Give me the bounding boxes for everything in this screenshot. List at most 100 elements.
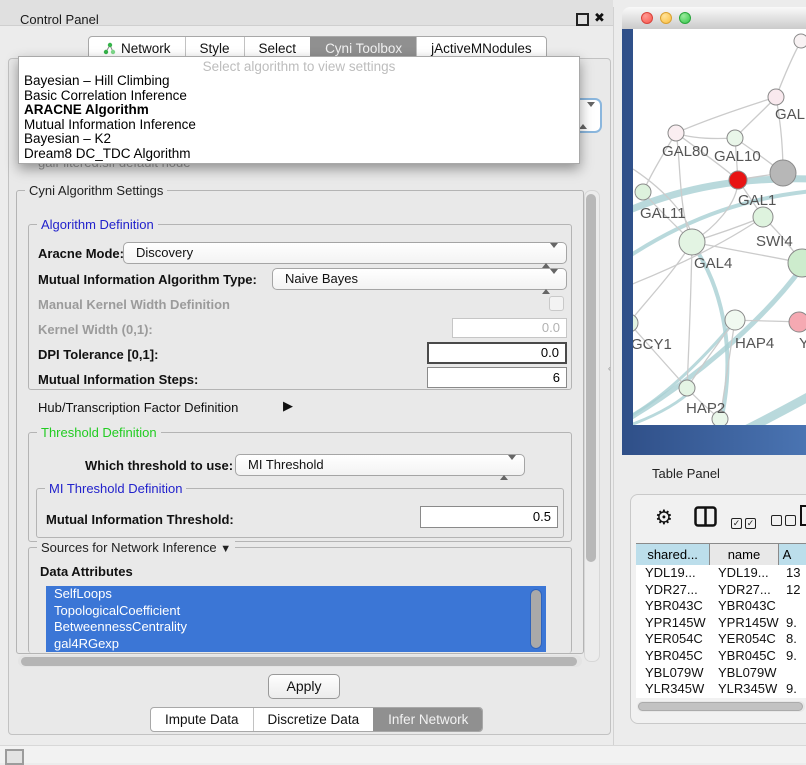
network-node[interactable] (729, 171, 747, 189)
column-header-cut[interactable]: A (779, 544, 806, 566)
group-title: Sources for Network Inference ▼ (37, 540, 235, 555)
mi-threshold-field[interactable]: 0.5 (420, 506, 558, 528)
tab-discretize-data[interactable]: Discretize Data (253, 708, 374, 731)
network-edge[interactable] (676, 97, 776, 133)
network-node[interactable] (679, 380, 695, 396)
network-window-titlebar[interactable] (622, 7, 806, 30)
docked-panel-icon[interactable] (5, 749, 24, 765)
scrollbar-thumb[interactable] (21, 657, 577, 666)
deselect-all-checkboxes-icon[interactable] (771, 513, 796, 531)
tab-impute-data[interactable]: Impute Data (151, 708, 253, 731)
network-node[interactable] (794, 34, 806, 48)
select-all-checkboxes-icon[interactable]: ✓✓ (731, 513, 756, 531)
manual-kernel-width-checkbox[interactable] (549, 296, 564, 311)
network-edge[interactable] (687, 242, 692, 388)
network-edge[interactable] (633, 242, 692, 323)
mi-algorithm-type-combobox[interactable]: Naive Bayes (272, 268, 567, 290)
table-row[interactable]: YBR043CYBR043C (636, 598, 806, 615)
attribute-list-item[interactable]: BetweennessCentrality (46, 619, 546, 636)
algorithm-option[interactable]: ARACNE Algorithm (19, 103, 579, 118)
stepper-arrows-icon (542, 246, 558, 266)
table-row[interactable]: YPR145WYPR145W9. (636, 615, 806, 632)
table-row[interactable]: YBR045CYBR045C9. (636, 648, 806, 665)
table-row[interactable]: YDR27...YDR27...12 (636, 582, 806, 599)
tab-label: Discretize Data (268, 708, 360, 731)
network-node[interactable] (788, 249, 806, 277)
which-threshold-combobox[interactable]: MI Threshold (235, 454, 525, 476)
attribute-list-item[interactable]: SelfLoops (46, 586, 546, 603)
network-node[interactable] (727, 130, 743, 146)
aracne-mode-label: Aracne Mode: (38, 246, 124, 261)
tab-infer-network[interactable]: Infer Network (373, 708, 482, 731)
algorithm-option[interactable]: Bayesian – K2 (19, 132, 579, 147)
network-node[interactable] (668, 125, 684, 141)
column-header-shared[interactable]: shared... (636, 544, 710, 566)
network-node[interactable] (753, 207, 773, 227)
new-table-icon[interactable] (799, 504, 806, 527)
table-cell: YBR043C (636, 598, 712, 615)
network-edge[interactable] (633, 323, 687, 388)
table-cell: YPR145W (712, 615, 782, 632)
table-cell: YBR045C (712, 648, 782, 665)
table-settings-gear-icon[interactable]: ⚙ (655, 505, 673, 529)
network-canvas[interactable]: GALGAL80GAL10GAL1GAL11SWI4GAL4GCY1HAP4YH… (633, 29, 806, 425)
scrollbar-thumb[interactable] (586, 194, 596, 562)
aracne-mode-combobox[interactable]: Discovery (123, 242, 567, 264)
algorithm-option[interactable]: Basic Correlation Inference (19, 89, 579, 104)
network-node[interactable] (633, 314, 638, 332)
network-node[interactable] (725, 310, 745, 330)
list-scrollbar-thumb[interactable] (531, 590, 541, 648)
algorithm-option[interactable]: Mutual Information Inference (19, 118, 579, 133)
settings-vertical-scrollbar[interactable] (584, 190, 600, 662)
kernel-width-field[interactable]: 0.0 (452, 318, 567, 338)
network-edge[interactable] (776, 41, 801, 97)
algorithm-option[interactable]: Dream8 DC_TDC Algorithm (19, 147, 579, 162)
table-cell: YBL079W (636, 665, 712, 682)
network-node[interactable] (679, 229, 705, 255)
network-node[interactable] (789, 312, 806, 332)
settings-horizontal-scrollbar[interactable] (18, 655, 582, 667)
data-attributes-list[interactable]: SelfLoopsTopologicalCoefficientBetweenne… (46, 586, 546, 652)
table-row[interactable]: YBL079WYBL079W (636, 665, 806, 682)
panel-splitter-grip[interactable]: ‹ (608, 366, 612, 371)
network-node[interactable] (770, 160, 796, 186)
table-row[interactable]: YLR345WYLR345W9. (636, 681, 806, 698)
network-icon (103, 42, 116, 55)
table-horizontal-scrollbar[interactable] (637, 701, 805, 712)
sources-title: Sources for Network Inference (41, 540, 217, 555)
expand-arrow-icon[interactable]: ▶ (283, 398, 293, 414)
network-node[interactable] (635, 184, 651, 200)
network-edge[interactable] (723, 391, 806, 425)
table-cell: YLR345W (636, 681, 712, 698)
table-row[interactable]: YDL19...YDL19...13 (636, 565, 806, 582)
zoom-traffic-light-icon[interactable] (679, 12, 691, 24)
data-attributes-label: Data Attributes (40, 564, 133, 579)
table-cell: YER054C (636, 631, 712, 648)
minimize-traffic-light-icon[interactable] (660, 12, 672, 24)
algorithm-dropdown-list: Select algorithm to view settings Bayesi… (18, 56, 580, 164)
tab-label: Impute Data (165, 708, 239, 731)
attribute-list-item[interactable]: gal4RGexp (46, 636, 546, 652)
scrollbar-thumb[interactable] (638, 702, 803, 711)
table-row[interactable]: YER054CYER054C8. (636, 631, 806, 648)
network-node[interactable] (768, 89, 784, 105)
apply-button[interactable]: Apply (268, 674, 340, 699)
group-title: Algorithm Definition (37, 217, 158, 232)
column-layout-icon[interactable] (694, 506, 717, 527)
close-traffic-light-icon[interactable] (641, 12, 653, 24)
combobox-value: Naive Bayes (285, 271, 358, 286)
mi-steps-field[interactable]: 6 (427, 367, 567, 388)
column-header-name[interactable]: name (710, 544, 778, 566)
algorithm-option[interactable]: Bayesian – Hill Climbing (19, 74, 579, 89)
control-panel-titlebar: Control Panel ✖ (0, 0, 613, 26)
stepper-arrows-icon (500, 458, 516, 478)
dpi-tolerance-field[interactable]: 0.0 (427, 342, 567, 364)
table-cell: 9. (782, 615, 806, 632)
close-icon[interactable]: ✖ (594, 10, 605, 26)
node-label: GCY1 (633, 336, 672, 353)
network-edge[interactable] (643, 133, 676, 192)
float-window-icon[interactable] (576, 13, 589, 26)
attribute-list-item[interactable]: TopologicalCoefficient (46, 603, 546, 620)
network-edge[interactable] (676, 133, 735, 138)
collapse-arrow-icon[interactable]: ▼ (220, 543, 231, 555)
